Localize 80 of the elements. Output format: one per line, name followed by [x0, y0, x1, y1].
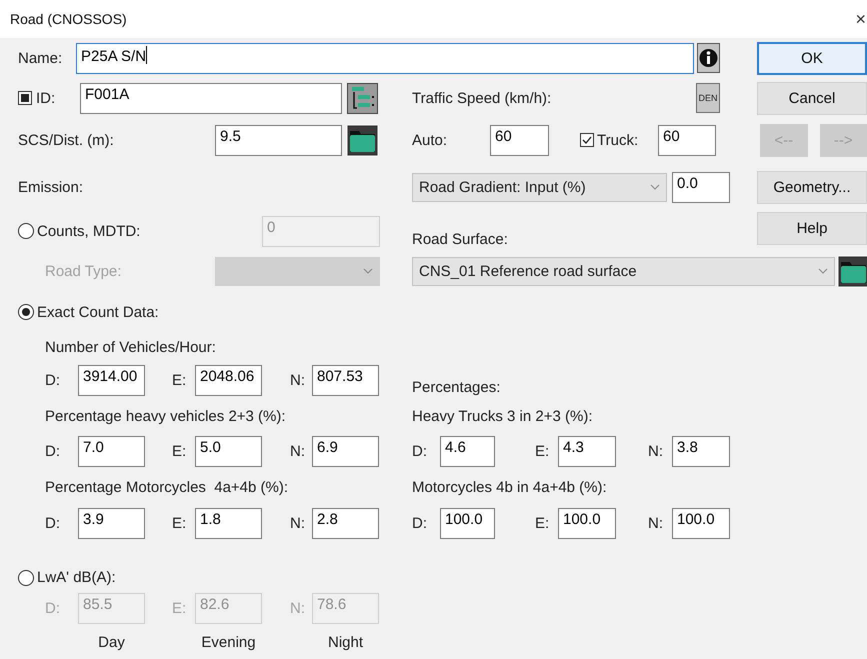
- chevron-icon: [650, 184, 660, 190]
- gradient-field[interactable]: 0.0: [672, 172, 730, 202]
- input-field[interactable]: 3914.00: [78, 364, 145, 396]
- dialog-button[interactable]: Help: [757, 212, 867, 245]
- input-field[interactable]: 6.9: [312, 436, 379, 466]
- field-label: D:: [412, 514, 428, 532]
- field-label: Auto:: [412, 132, 448, 148]
- field-label: Traffic Speed (km/h):: [412, 90, 552, 106]
- input-field[interactable]: 2.8: [312, 508, 379, 538]
- field-label: E:: [172, 514, 188, 532]
- input-field[interactable]: 4.6: [440, 436, 495, 466]
- field-label: N:: [290, 600, 306, 616]
- checkbox[interactable]: [580, 133, 594, 147]
- group-heading: Number of Vehicles/Hour:: [45, 338, 216, 356]
- field-label: E:: [535, 514, 550, 532]
- chevron-icon: [818, 268, 828, 274]
- speed-field[interactable]: 60: [490, 124, 549, 156]
- group-heading: Heavy Trucks 3 in 2+3 (%):: [412, 408, 592, 424]
- field-label: D:: [45, 600, 61, 616]
- radio-label: Exact Count Data:: [37, 304, 159, 320]
- id-field[interactable]: F001A: [80, 82, 342, 114]
- input-field[interactable]: 3.8: [672, 436, 730, 466]
- field-label: N:: [290, 514, 306, 532]
- check-icon: [582, 135, 592, 145]
- field-label: Truck:: [597, 132, 640, 148]
- period-label: Day: [97, 634, 126, 651]
- field-label: D:: [412, 442, 428, 460]
- input-field[interactable]: 2048.06: [195, 364, 262, 396]
- field-label: N:: [648, 442, 664, 460]
- field-label: N:: [290, 442, 306, 460]
- field-label: N:: [648, 514, 664, 532]
- input-field[interactable]: 7.0: [78, 436, 145, 466]
- group-heading: Percentage Motorcycles 4a+4b (%):: [45, 478, 288, 496]
- field-label: N:: [290, 372, 306, 388]
- radio-button[interactable]: [18, 304, 34, 320]
- surface-dropdown[interactable]: CNS_01 Reference road surface: [412, 256, 835, 286]
- group-heading: Percentages:: [412, 379, 500, 396]
- list-icon[interactable]: [347, 82, 378, 114]
- field-label: E:: [172, 372, 188, 388]
- folder-icon[interactable]: [347, 124, 378, 156]
- field-label: Name:: [18, 50, 64, 66]
- field-label: D:: [45, 372, 61, 388]
- field-label: D:: [45, 514, 61, 532]
- period-label: Evening: [200, 634, 257, 651]
- input-field[interactable]: 3.9: [78, 508, 145, 538]
- chevron-icon: [363, 268, 373, 274]
- field-label: SCS/Dist. (m):: [18, 132, 115, 148]
- window-title: Road (CNOSSOS): [9, 11, 127, 27]
- name-field[interactable]: P25A S/N: [76, 42, 694, 74]
- field-label: E:: [172, 600, 188, 616]
- dialog-button[interactable]: Cancel: [757, 82, 867, 114]
- input-field[interactable]: 1.8: [195, 508, 262, 538]
- field-label: Road Type:: [45, 262, 122, 280]
- input-field[interactable]: 100.0: [558, 508, 616, 538]
- den-button[interactable]: DEN: [696, 83, 720, 113]
- checkbox[interactable]: [18, 91, 32, 105]
- distance-field[interactable]: 9.5: [215, 124, 342, 156]
- field-label: ID:: [36, 90, 56, 106]
- group-heading: Motorcycles 4b in 4a+4b (%):: [412, 478, 607, 496]
- info-icon[interactable]: [697, 43, 720, 73]
- close-button[interactable]: ×: [855, 8, 866, 30]
- group-heading: Percentage heavy vehicles 2+3 (%):: [45, 408, 286, 424]
- dialog-button[interactable]: OK: [757, 42, 867, 74]
- folder-icon[interactable]: [838, 256, 867, 286]
- field-label: Road Surface:: [412, 231, 508, 248]
- input-field[interactable]: 807.53: [312, 364, 379, 396]
- radio-label: LwA' dB(A):: [37, 569, 116, 586]
- field-label: E:: [172, 442, 188, 460]
- input-field[interactable]: 100.0: [440, 508, 495, 538]
- dialog-button[interactable]: Geometry...: [757, 170, 867, 204]
- field-label: E:: [535, 442, 550, 460]
- speed-field[interactable]: 60: [658, 124, 716, 156]
- input-field[interactable]: 100.0: [672, 508, 730, 538]
- input-field[interactable]: 5.0: [195, 436, 262, 466]
- section-label: Emission:: [18, 178, 84, 196]
- field-label: D:: [45, 442, 61, 460]
- period-label: Night: [326, 634, 364, 651]
- input-field[interactable]: 4.3: [558, 436, 616, 466]
- radio-label: Counts, MDTD:: [37, 222, 140, 240]
- gradient-dropdown[interactable]: Road Gradient: Input (%): [412, 172, 667, 202]
